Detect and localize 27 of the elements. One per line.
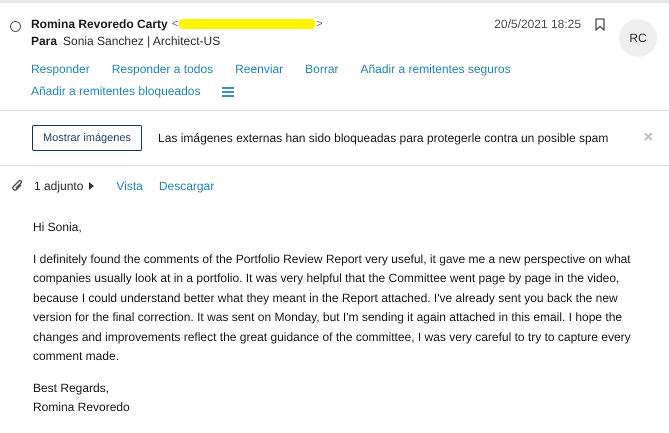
paperclip-icon	[12, 179, 24, 193]
action-link[interactable]: Borrar	[305, 62, 338, 76]
address-bracket: <	[172, 18, 178, 30]
select-radio[interactable]	[10, 21, 21, 32]
bookmark-icon[interactable]	[595, 18, 605, 30]
attachment-link[interactable]: Vista	[116, 179, 143, 193]
action-link[interactable]: Responder a todos	[112, 62, 214, 76]
address-bracket: >	[316, 18, 323, 30]
action-link[interactable]: Responder	[31, 62, 90, 76]
blocked-images-notice: Las imágenes externas han sido bloqueadas para protegerle contra un posible spam	[158, 131, 608, 145]
sender-name: Romina Revoredo Carty	[31, 17, 168, 31]
to-label: Para	[31, 34, 58, 48]
attachment-link[interactable]: Descargar	[158, 179, 214, 193]
action-link[interactable]: Añadir a remitentes seguros	[360, 62, 511, 76]
action-link[interactable]: Reenviar	[235, 62, 284, 76]
action-link[interactable]: Añadir a remitentes bloqueados	[31, 84, 200, 98]
close-button[interactable]: ×	[644, 129, 653, 147]
recipient-name: Sonia Sanchez | Architect-US	[63, 34, 220, 48]
expand-icon[interactable]	[89, 182, 94, 190]
body-paragraph: I definitely found the comments of the Portfolio Review Report very useful, it gave me a new perspective on what companies usually look at in a portfolio. It was very helpful that the Committee went page by page in the video, because I could understand better what they meant in the Report attached. I've already sent you back the new version for the final correction. It was sent on Monday, but I'm sending it again attached in this email. I hope the changes and improvements reflect the great guidance of the committee, I was very careful to try to capture every comment made.	[33, 250, 632, 365]
show-images-button[interactable]: Mostrar imágenes	[32, 125, 142, 151]
attachment-count: 1 adjunto	[34, 179, 84, 193]
body-paragraph: Best Regards, Romina Revoredo	[33, 380, 131, 416]
avatar: RC	[619, 19, 657, 57]
message-date: 20/5/2021 18:25	[494, 17, 581, 31]
menu-icon[interactable]	[222, 87, 234, 97]
body-paragraph: Hi Sonia,	[33, 219, 83, 236]
